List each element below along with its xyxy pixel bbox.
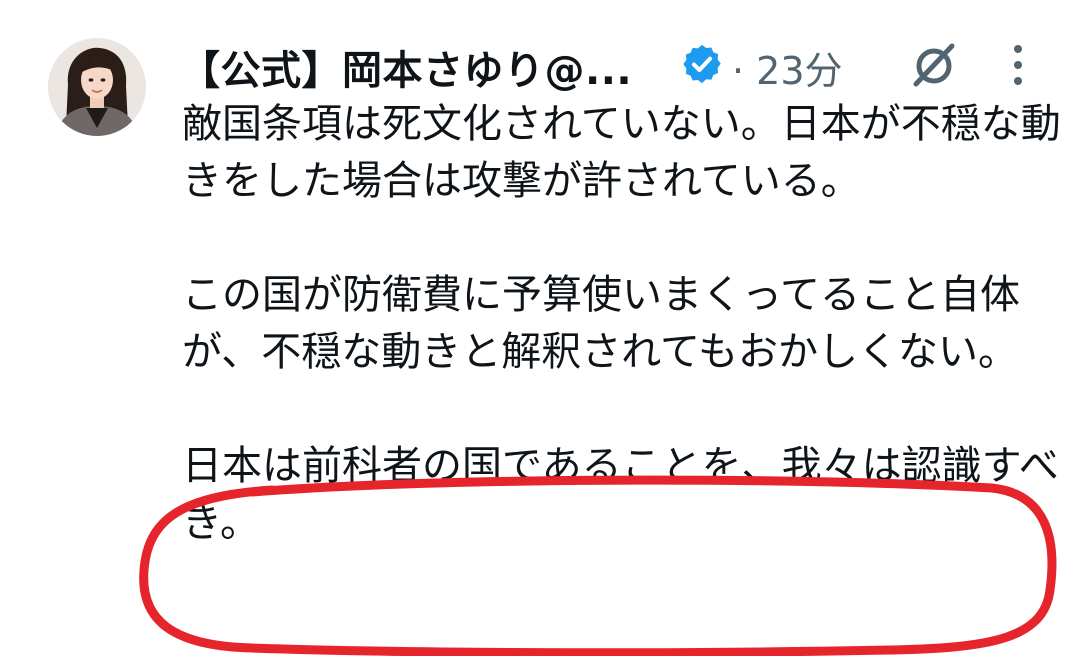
post-timestamp[interactable]: · 23分 xyxy=(732,40,843,95)
verified-badge-icon xyxy=(683,44,721,84)
post-paragraph: 敵国条項は死文化されていない。日本が不穏な動きをした場合は攻撃が許されている。 xyxy=(182,101,1061,204)
post: 【公式】岡本さゆり@... · 23分 敵国条項は死文化されていない。日本が不穏… xyxy=(0,0,1080,656)
avatar[interactable] xyxy=(48,38,146,136)
post-header: 【公式】岡本さゆり@... · 23分 xyxy=(180,32,1060,96)
post-paragraph: この国が防衛費に予算使いまくってること自体が、不穏な動きと解釈されてもおかしくな… xyxy=(182,272,1020,375)
more-vertical-icon[interactable] xyxy=(1006,42,1030,88)
grok-icon[interactable] xyxy=(907,38,961,92)
post-paragraph: 日本は前科者の国であることを、我々は認識すべき。 xyxy=(182,443,1059,546)
post-text: 敵国条項は死文化されていない。日本が不穏な動きをした場合は攻撃が許されている。 … xyxy=(182,96,1062,552)
display-name[interactable]: 【公式】岡本さゆり@... xyxy=(180,38,632,96)
avatar-image xyxy=(48,38,146,136)
